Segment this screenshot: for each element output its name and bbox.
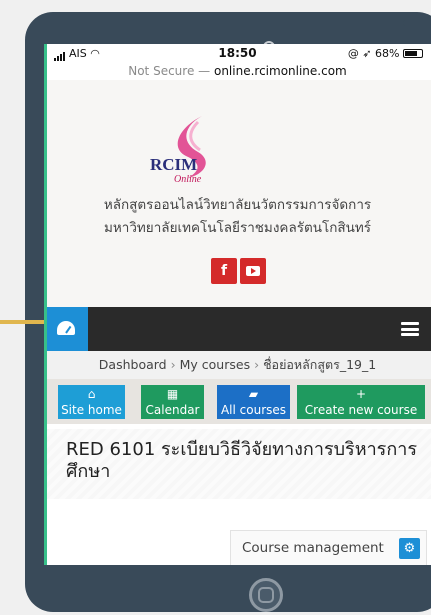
tablet-side-button: [403, 20, 431, 26]
logo-subtext: Online: [174, 174, 202, 185]
site-home-label: Site home: [61, 403, 122, 417]
page-title: RED 6101 ระเบียบวิธีวิจัยทางการบริหารการ…: [66, 439, 418, 482]
navbar: [44, 307, 431, 351]
rcim-logo[interactable]: RCIM Online: [140, 112, 240, 192]
calendar-label: Calendar: [145, 403, 200, 417]
plus-icon: +: [355, 387, 367, 401]
battery-icon: [403, 49, 423, 58]
domain-text: online.rcimonline.com: [213, 64, 347, 78]
all-courses-label: All courses: [220, 403, 287, 417]
gear-icon[interactable]: ⚙: [399, 538, 420, 559]
course-header: RED 6101 ระเบียบวิธีวิจัยทางการบริหารการ…: [44, 429, 431, 499]
facebook-icon[interactable]: f: [211, 258, 237, 284]
logo-text: RCIM: [150, 155, 197, 174]
quick-buttons: ⌂ Site home ▦ Calendar ▰ All courses + C…: [44, 379, 431, 424]
calendar-icon: ▦: [166, 387, 179, 401]
battery-info: @ ➶ 68%: [348, 47, 423, 60]
status-bar: AIS ◠ 18:50 @ ➶ 68%: [44, 44, 431, 64]
site-title-line1: หลักสูตรออนไลน์วิทยาลัยนวัตกรรมการจัดการ: [103, 197, 372, 213]
breadcrumb-course-short[interactable]: ชื่อย่อหลักสูตร_19_1: [263, 357, 376, 372]
youtube-icon[interactable]: [240, 258, 266, 284]
dashboard-gauge-icon: [57, 321, 75, 335]
site-home-button[interactable]: ⌂ Site home: [58, 385, 125, 419]
address-bar[interactable]: Not Secure — online.rcimonline.com: [44, 64, 431, 78]
menu-icon[interactable]: [401, 322, 419, 336]
breadcrumb-dashboard[interactable]: Dashboard: [99, 357, 167, 372]
accent-line: [0, 320, 46, 324]
screen-edge: [44, 44, 47, 565]
create-course-button[interactable]: + Create new course: [297, 385, 425, 419]
breadcrumb-my-courses[interactable]: My courses: [180, 357, 250, 372]
course-management-label: Course management: [242, 540, 384, 556]
battery-percent: 68%: [375, 47, 400, 60]
security-label: Not Secure —: [128, 64, 211, 78]
calendar-button[interactable]: ▦ Calendar: [141, 385, 204, 419]
location-icon: @ ➶: [347, 47, 376, 60]
home-icon: ⌂: [87, 387, 96, 401]
dashboard-button[interactable]: [44, 307, 88, 351]
course-management-button[interactable]: Course management ⚙: [230, 530, 427, 565]
tablet-home-button[interactable]: [249, 578, 283, 612]
create-course-label: Create new course: [304, 403, 418, 417]
site-title-line2: มหาวิทยาลัยเทคโนโลยีราชมงคลรัตนโกสินทร์: [103, 220, 372, 236]
breadcrumb: Dashboard › My courses › ชื่อย่อหลักสูตร_19_…: [44, 351, 431, 379]
book-icon: ▰: [248, 387, 259, 401]
all-courses-button[interactable]: ▰ All courses: [217, 385, 290, 419]
device-screen: AIS ◠ 18:50 @ ➶ 68% Not Secure — online.…: [44, 44, 431, 565]
